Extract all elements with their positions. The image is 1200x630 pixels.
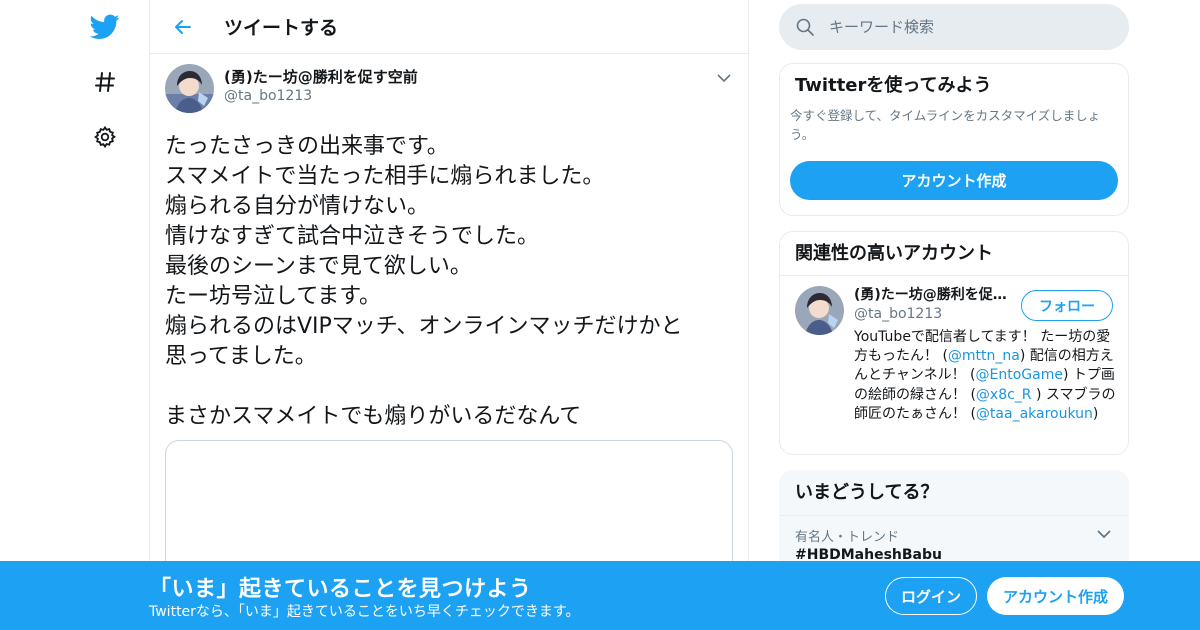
signup-button[interactable]: アカウント作成	[987, 577, 1124, 615]
page: ツイートする (勇)たー坊@勝利を促す空前 @ta_bo1213 たったさっきの…	[0, 0, 1200, 630]
arrow-left-icon	[175, 19, 191, 34]
back-button[interactable]	[166, 10, 200, 44]
search-input[interactable]	[829, 18, 1109, 36]
signup-card-title: Twitterを使ってみよう	[795, 75, 992, 96]
gear-icon[interactable]	[86, 118, 124, 156]
avatar[interactable]	[165, 64, 214, 113]
mention-link[interactable]: @taa_akaroukun	[976, 406, 1093, 422]
author-name[interactable]: (勇)たー坊@勝利を促す空前	[224, 68, 418, 86]
search-box[interactable]	[779, 4, 1129, 50]
mention-link[interactable]: @EntoGame	[976, 367, 1063, 383]
tweet: (勇)たー坊@勝利を促す空前 @ta_bo1213 たったさっきの出来事です。 …	[150, 54, 748, 590]
avatar[interactable]	[795, 286, 844, 335]
trends-title: いまどうしてる？	[780, 471, 1128, 516]
related-account-name[interactable]: (勇)たー坊@勝利を促す空前	[854, 286, 1014, 304]
signup-banner: 「いま」起きていることを見つけよう Twitterなら、「いま」起きていることを…	[0, 561, 1200, 630]
tweet-author: (勇)たー坊@勝利を促す空前 @ta_bo1213	[165, 64, 733, 116]
related-accounts-title: 関連性の高いアカウント	[780, 232, 1128, 276]
trend-category: 有名人・トレンド	[795, 530, 900, 545]
page-header: ツイートする	[150, 0, 748, 54]
banner-subtitle: Twitterなら、「いま」起きていることをいち早くチェックできます。	[149, 604, 580, 620]
create-account-button[interactable]: アカウント作成	[790, 161, 1118, 200]
related-account-bio: YouTubeで配信者してます！ たー坊の愛方もったん！ (@mttn_na) …	[854, 328, 1116, 424]
chevron-down-icon	[717, 73, 731, 82]
signup-card: Twitterを使ってみよう 今すぐ登録して、タイムラインをカスタマイズしましょ…	[779, 63, 1129, 216]
signup-card-description: 今すぐ登録して、タイムラインをカスタマイズしましょう。	[790, 108, 1101, 142]
mention-link[interactable]: @mttn_na	[948, 348, 1020, 364]
login-button[interactable]: ログイン	[885, 577, 977, 615]
main-column: ツイートする (勇)たー坊@勝利を促す空前 @ta_bo1213 たったさっきの…	[149, 0, 749, 630]
page-title: ツイートする	[224, 17, 339, 39]
hashtag-icon[interactable]	[86, 63, 124, 101]
related-account: (勇)たー坊@勝利を促す空前 @ta_bo1213 YouTubeで配信者してま…	[780, 276, 1128, 434]
twitter-bird-icon[interactable]	[86, 8, 124, 46]
search-icon	[795, 17, 815, 37]
follow-button[interactable]: フォロー	[1021, 290, 1113, 321]
trend-meta: 有名人・トレンド	[780, 516, 1128, 545]
tweet-text: たったさっきの出来事です。 スマメイトで当たった相手に煽られました。 煽られる自…	[165, 134, 683, 429]
author-handle[interactable]: @ta_bo1213	[224, 86, 418, 106]
bio-text: )	[1092, 405, 1099, 422]
banner-title: 「いま」起きていることを見つけよう	[149, 577, 532, 602]
mention-link[interactable]: @x8c_R	[976, 387, 1032, 403]
tweet-menu-button[interactable]	[714, 68, 734, 88]
related-accounts-card: 関連性の高いアカウント (勇)たー坊@勝利を促す空前 @ta_bo1213 Yo…	[779, 231, 1129, 455]
chevron-down-icon[interactable]	[1094, 526, 1114, 542]
